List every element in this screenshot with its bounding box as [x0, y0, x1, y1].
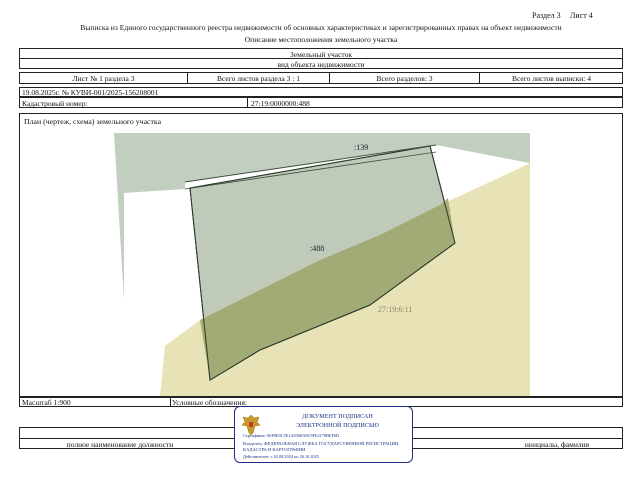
legend-label: Условные обозначения: [172, 398, 248, 407]
electronic-signature-stamp: ДОКУМЕНТ ПОДПИСАН ЭЛЕКТРОННОЙ ПОДПИСЬЮ С… [234, 406, 413, 463]
signature-caption: инициалы, фамилия [524, 440, 590, 449]
stamp-owner: Владелец: ФЕДЕРАЛЬНАЯ СЛУЖБА ГОСУДАРСТВЕ… [243, 441, 400, 452]
quarter-label: 27:19:6:11 [378, 305, 413, 314]
stamp-line1: ДОКУМЕНТ ПОДПИСАН [302, 413, 373, 420]
stamp-certificate: Сертификат: 00F8E0C5E1A0368A9C9FE2178BEF… [243, 433, 340, 438]
stamp-line2: ЭЛЕКТРОННОЙ ПОДПИСЬЮ [296, 422, 379, 429]
scale-cell: Масштаб 1:900 [20, 398, 171, 406]
scale-label: Масштаб 1:900 [22, 398, 71, 407]
position-caption: полное наименование должности [66, 440, 174, 449]
parcel-main-label: :488 [310, 244, 325, 253]
parcel-neighbor-label: :139 [354, 143, 369, 152]
stamp-valid: Действителен: с 02.08.2024 по 26.10.2025 [243, 454, 319, 459]
